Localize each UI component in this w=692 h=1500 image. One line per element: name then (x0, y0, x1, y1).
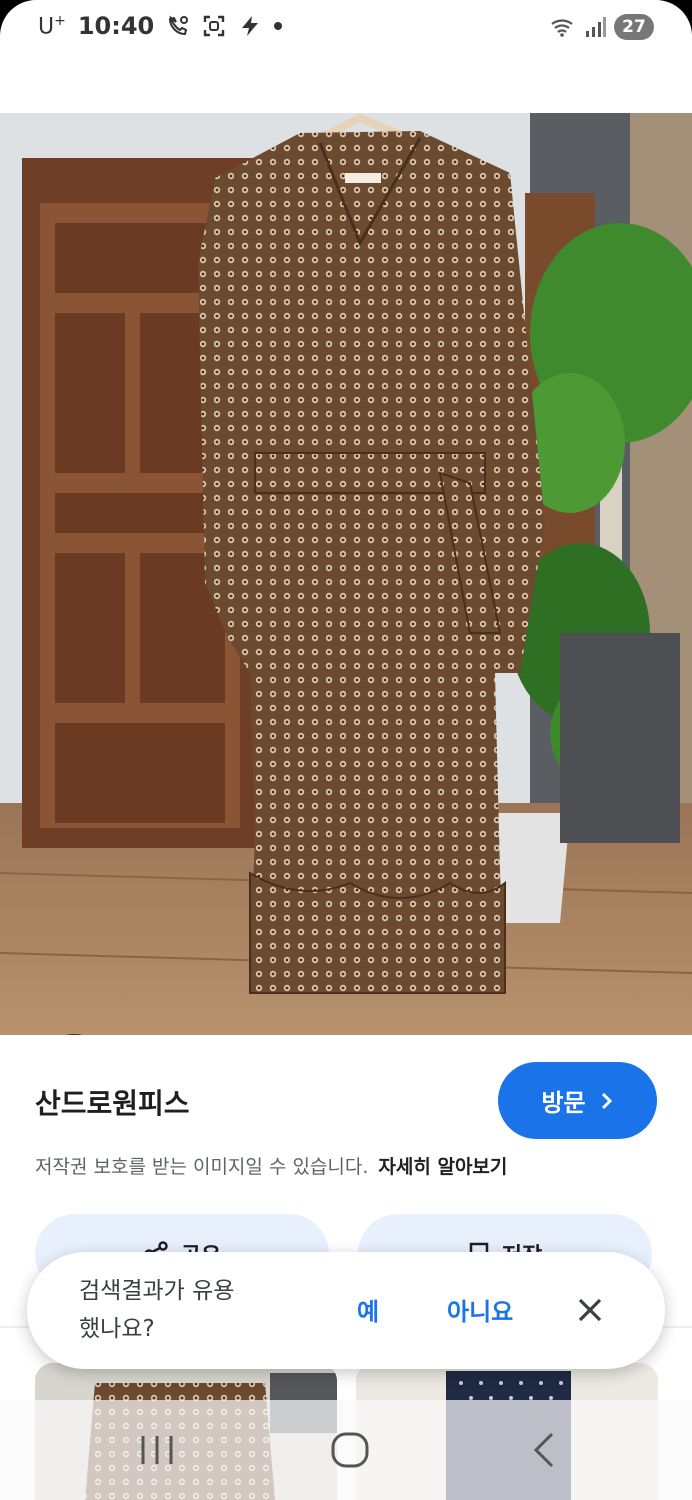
status-bar: U+ 10:40 27 (0, 0, 692, 60)
clock: 10:40 (77, 12, 155, 40)
status-left: U+ 10:40 (38, 12, 283, 40)
learn-more-link[interactable]: 자세히 알아보기 (378, 1156, 507, 1178)
visit-button[interactable]: 방문 (498, 1062, 657, 1139)
carrier-sup: + (54, 12, 66, 29)
carrier-text: U (38, 14, 55, 40)
feedback-card: 검색결과가 유용했나요? 예 아니요 (27, 1252, 665, 1369)
copyright-notice: 저작권 보호를 받는 이미지일 수 있습니다. 자세히 알아보기 (35, 1152, 507, 1179)
close-icon[interactable] (572, 1292, 608, 1328)
signal-icon (586, 17, 606, 37)
status-right: 27 (550, 14, 654, 40)
call-forward-icon (169, 15, 189, 36)
charging-bolt-icon (242, 16, 259, 36)
screenshot-icon (204, 15, 225, 37)
home-icon[interactable] (328, 1432, 372, 1468)
wifi-icon (551, 19, 573, 37)
result-title: 산드로원피스 (35, 1088, 190, 1119)
feedback-yes-button[interactable]: 예 (357, 1292, 379, 1327)
dress-photo (0, 113, 692, 1035)
feedback-no-button[interactable]: 아니요 (447, 1292, 513, 1327)
copyright-text: 저작권 보호를 받는 이미지일 수 있습니다. (35, 1156, 369, 1178)
carrier-label: U+ (38, 13, 66, 39)
visit-label: 방문 (541, 1089, 586, 1117)
battery-indicator: 27 (614, 14, 654, 40)
result-image[interactable] (0, 113, 692, 1035)
dot-icon (274, 22, 283, 30)
recent-apps-icon[interactable] (135, 1432, 179, 1468)
navigation-bar (0, 1400, 692, 1500)
back-icon[interactable] (522, 1432, 566, 1468)
feedback-question: 검색결과가 유용했나요? (79, 1278, 235, 1342)
chevron-right-icon (601, 1092, 612, 1109)
screen: U+ 10:40 27 산드로원피스 방문 저작권 보호를 받는 이미지일 수 … (0, 0, 692, 1500)
